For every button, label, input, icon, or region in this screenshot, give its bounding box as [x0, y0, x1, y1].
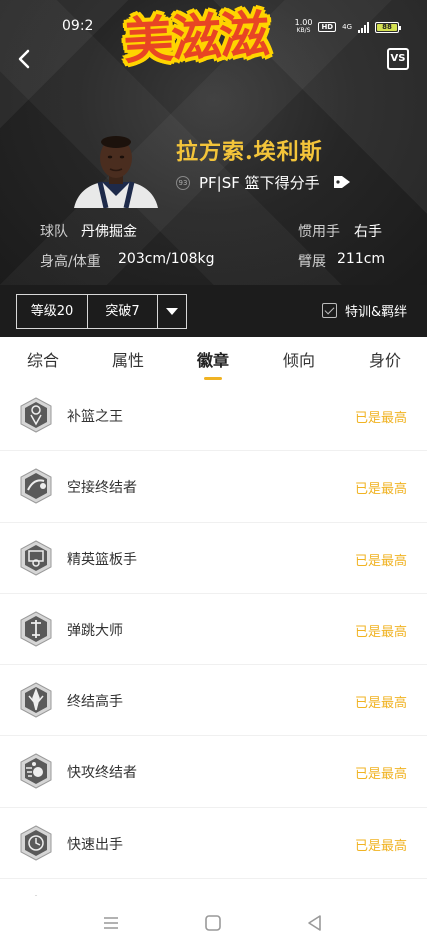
back-button[interactable] — [14, 48, 36, 70]
battery-icon: 88 — [375, 21, 401, 33]
system-nav-bar — [0, 896, 427, 950]
player-position: PF|SF 篮下得分手 — [199, 174, 320, 192]
network-type: 4G — [342, 23, 352, 31]
badge-status: 已是最高 — [354, 767, 407, 783]
badge-name: 终结高手 — [67, 694, 123, 711]
wingspan-value: 211cm — [337, 251, 386, 267]
badge-name: 精英篮板手 — [67, 551, 137, 568]
tab-value[interactable]: 身价 — [355, 347, 415, 371]
tab-attributes[interactable]: 属性 — [98, 347, 158, 371]
player-avatar — [72, 130, 160, 208]
badge-row[interactable]: 补篮之王 已是最高 — [0, 380, 427, 452]
home-icon[interactable] — [202, 912, 224, 934]
training-bond-checkbox[interactable] — [322, 303, 337, 318]
jump-icon — [20, 611, 52, 647]
badge-status: 已是最高 — [354, 482, 407, 498]
hand-value: 右手 — [354, 224, 382, 240]
badge-name: 快速出手 — [67, 836, 123, 853]
badge-status: 已是最高 — [354, 838, 407, 854]
player-rating: 93 — [176, 176, 190, 190]
signal-icon — [358, 21, 369, 33]
status-icons: 1.00 KB/S HD 4G 88 — [295, 19, 401, 35]
tab-overview[interactable]: 综合 — [13, 347, 73, 371]
putback-icon — [20, 397, 52, 433]
back-triangle-icon[interactable] — [304, 912, 326, 934]
tab-badges[interactable]: 徽章 — [183, 347, 243, 371]
breakthrough-button[interactable]: 突破7 — [88, 295, 158, 328]
tab-tendencies[interactable]: 倾向 — [269, 347, 329, 371]
hd-badge: HD — [318, 22, 337, 32]
badge-row[interactable]: 快攻终结者 已是最高 — [0, 736, 427, 808]
badge-status: 已是最高 — [354, 553, 407, 569]
finisher-icon — [20, 682, 52, 718]
hand-label: 惯用手 — [298, 224, 340, 240]
badge-row[interactable]: 精英篮板手 已是最高 — [0, 522, 427, 594]
badge-name: 快攻终结者 — [67, 765, 137, 782]
player-hero: 09:2 1.00 KB/S HD 4G 88 美滋滋 VS 拉方索.埃利斯 9… — [0, 0, 427, 285]
badge-status: 已是最高 — [354, 696, 407, 712]
alley-oop-icon — [20, 468, 52, 504]
chevron-left-icon — [18, 49, 30, 69]
player-name: 拉方索.埃利斯 — [176, 139, 323, 165]
badge-name: 空接终结者 — [67, 480, 137, 497]
team-value: 丹佛掘金 — [81, 224, 137, 240]
tab-bar: 综合 属性 徽章 倾向 身价 — [0, 337, 427, 383]
height-weight-label: 身高/体重 — [40, 254, 101, 270]
caret-down-icon[interactable] — [158, 295, 186, 328]
quick-release-icon — [20, 825, 52, 861]
battery-level: 88 — [377, 23, 397, 31]
badge-row[interactable]: 终结高手 已是最高 — [0, 665, 427, 737]
height-weight-value: 203cm/108kg — [118, 251, 215, 267]
badge-list: 补篮之王 已是最高 空接终结者 已是最高 精英篮板手 已是最高 弹跳大师 已是最… — [0, 380, 427, 931]
badge-name: 弹跳大师 — [67, 622, 123, 639]
level-selector: 等级20 突破7 — [16, 294, 187, 329]
wingspan-label: 臂展 — [298, 254, 326, 270]
badge-status: 已是最高 — [354, 624, 407, 640]
rebound-icon — [20, 540, 52, 576]
training-bond-label[interactable]: 特训&羁绊 — [345, 301, 407, 320]
level-button[interactable]: 等级20 — [17, 295, 88, 328]
compare-vs-button[interactable]: VS — [387, 48, 409, 70]
menu-icon[interactable] — [100, 912, 122, 934]
team-label: 球队 — [40, 224, 68, 240]
watermark-logo: 美滋滋 — [122, 5, 269, 71]
badge-row[interactable]: 快速出手 已是最高 — [0, 807, 427, 880]
badge-name: 补篮之王 — [67, 409, 123, 425]
badge-status: 已是最高 — [354, 411, 407, 426]
badge-row[interactable]: 弹跳大师 已是最高 — [0, 593, 427, 666]
tag-icon[interactable] — [333, 174, 351, 190]
fastbreak-icon — [20, 753, 52, 790]
badge-row[interactable]: 空接终结者 已是最高 — [0, 451, 427, 523]
level-bar: 等级20 突破7 特训&羁绊 — [0, 285, 427, 337]
